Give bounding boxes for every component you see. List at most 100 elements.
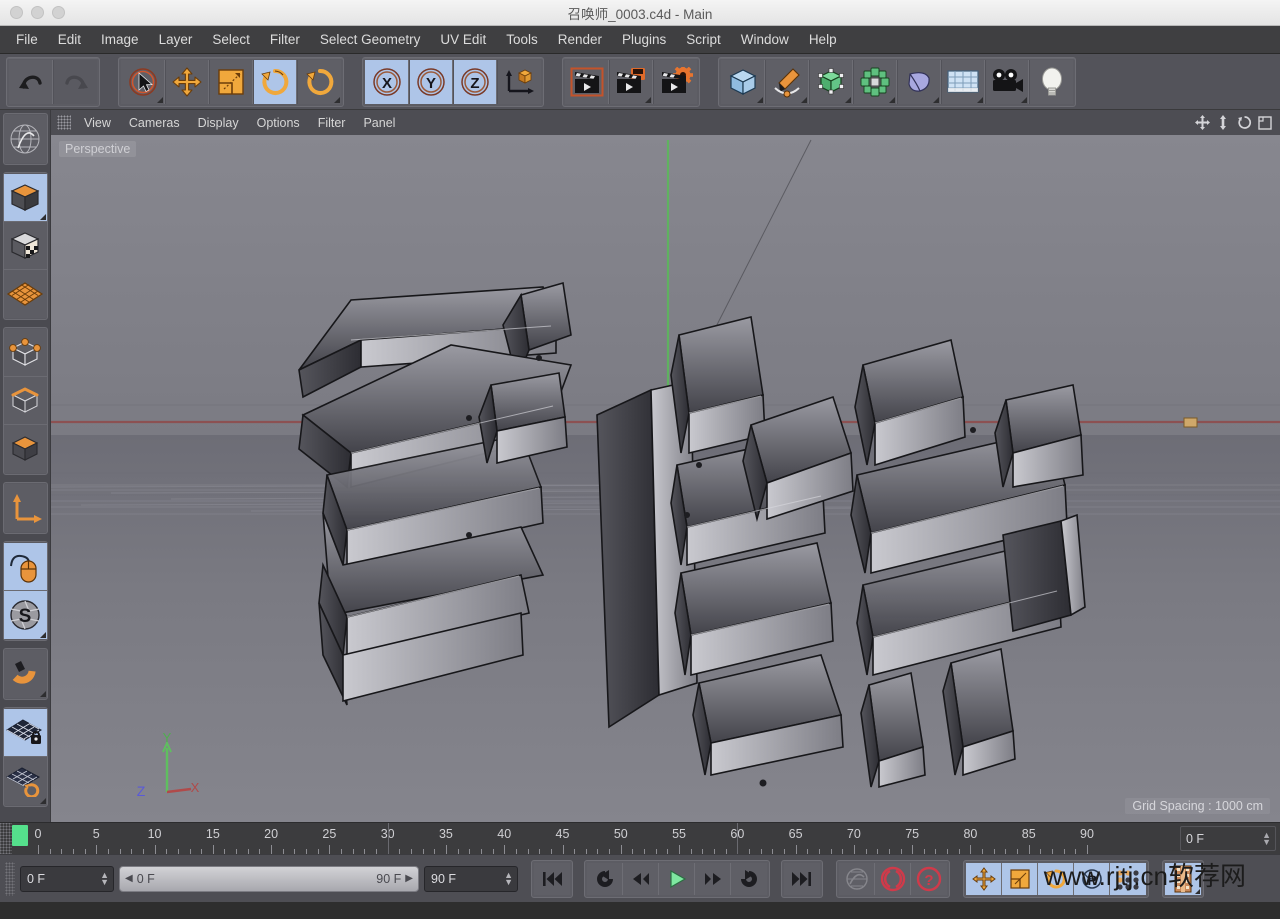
menu-edit[interactable]: Edit	[48, 28, 91, 51]
step-back-button[interactable]	[623, 863, 659, 895]
next-key-button[interactable]	[731, 863, 767, 895]
timeline-grip-handle[interactable]	[0, 823, 12, 854]
camera-menu-corner[interactable]	[1021, 97, 1027, 103]
render-picture-viewer-button[interactable]	[609, 60, 653, 104]
perspective-viewport[interactable]: Perspective Grid Spacing : 1000 cm Y X Z	[51, 135, 1280, 822]
array-button[interactable]	[853, 60, 897, 104]
axis-y-button[interactable]: Y	[409, 60, 453, 104]
bottombar-grip-handle[interactable]	[5, 862, 15, 896]
axis-z-button[interactable]: Z	[453, 60, 497, 104]
max-frame-spinner[interactable]: ▲▼	[504, 872, 513, 886]
array-menu-corner[interactable]	[889, 97, 895, 103]
timeline-film-menu-corner[interactable]	[1195, 889, 1200, 894]
scale-key-button[interactable]	[1002, 863, 1038, 895]
workplane-rotate-menu-corner[interactable]	[40, 798, 46, 804]
menu-help[interactable]: Help	[799, 28, 847, 51]
range-right-arrow-icon[interactable]: ▶	[405, 873, 413, 884]
axis-x-button[interactable]: X	[365, 60, 409, 104]
point-mode-button[interactable]	[4, 329, 47, 377]
soft-selection-menu-corner[interactable]	[40, 632, 46, 638]
rotate-tool-button[interactable]	[253, 60, 297, 104]
viewport-menu-options[interactable]: Options	[248, 113, 309, 133]
model-mode-menu-corner[interactable]	[40, 214, 46, 220]
spline-pen-button[interactable]	[765, 60, 809, 104]
move-tool-button[interactable]	[165, 60, 209, 104]
menu-layer[interactable]: Layer	[149, 28, 203, 51]
texture-mode-button[interactable]	[4, 222, 47, 270]
snap-button[interactable]	[4, 650, 47, 698]
timeline-scale[interactable]: 051015202530354045505560657075808590	[12, 823, 1180, 854]
edge-mode-button[interactable]	[4, 377, 47, 425]
make-editable-button[interactable]	[4, 115, 47, 163]
go-to-end-button[interactable]	[784, 863, 820, 895]
preview-range-bar[interactable]: ◀ 0 F 90 F ▶	[119, 866, 419, 892]
menu-plugins[interactable]: Plugins	[612, 28, 676, 51]
current-frame-spinner[interactable]: ▲▼	[100, 872, 109, 886]
bend-deformer-button[interactable]	[897, 60, 941, 104]
max-frame-field[interactable]: 90 F ▲▼	[424, 866, 518, 892]
record-active-objects-button[interactable]	[875, 863, 911, 895]
menu-uv-edit[interactable]: UV Edit	[430, 28, 496, 51]
live-selection-menu-corner[interactable]	[157, 97, 163, 103]
step-forward-button[interactable]	[695, 863, 731, 895]
keyframe-selection-button[interactable]: ?	[911, 863, 947, 895]
uv-polygon-mode-button[interactable]	[4, 270, 47, 318]
render-view-button[interactable]	[565, 60, 609, 104]
move-view-icon[interactable]	[1193, 114, 1211, 132]
light-button[interactable]	[1029, 60, 1073, 104]
viewport-grip-handle[interactable]	[57, 115, 71, 130]
coordinate-system-button[interactable]	[497, 60, 541, 104]
viewport-menu-display[interactable]: Display	[189, 113, 248, 133]
menu-image[interactable]: Image	[91, 28, 149, 51]
hypernurbs-menu-corner[interactable]	[845, 97, 851, 103]
polygon-mode-button[interactable]	[4, 425, 47, 473]
menu-file[interactable]: File	[6, 28, 48, 51]
axis-modification-button[interactable]	[4, 484, 47, 532]
parameter-key-button[interactable]: P	[1074, 863, 1110, 895]
spline-pen-menu-corner[interactable]	[801, 97, 807, 103]
timeline-frame-spinner[interactable]: ▲▼	[1262, 832, 1271, 846]
current-frame-field[interactable]: 0 F ▲▼	[20, 866, 114, 892]
hypernurbs-button[interactable]	[809, 60, 853, 104]
undo-button[interactable]	[9, 60, 53, 104]
rotation-key-button[interactable]	[1038, 863, 1074, 895]
menu-select[interactable]: Select	[202, 28, 260, 51]
render-settings-button[interactable]	[653, 60, 697, 104]
workplane-rotate-button[interactable]	[4, 757, 47, 805]
cube-primitive-button[interactable]	[721, 60, 765, 104]
render-picture-viewer-menu-corner[interactable]	[645, 97, 651, 103]
rotate-band-button[interactable]	[297, 60, 341, 104]
autokeying-button[interactable]	[839, 863, 875, 895]
snap-menu-corner[interactable]	[40, 691, 46, 697]
maximize-view-icon[interactable]	[1256, 114, 1274, 132]
rotate-view-icon[interactable]	[1235, 114, 1253, 132]
timeline-frame-field[interactable]: 0 F ▲▼	[1180, 826, 1276, 851]
menu-render[interactable]: Render	[548, 28, 612, 51]
pla-key-button[interactable]	[1110, 863, 1146, 895]
position-key-button[interactable]	[966, 863, 1002, 895]
timeline-ruler[interactable]: 051015202530354045505560657075808590 0 F…	[0, 822, 1280, 854]
viewport-menu-panel[interactable]: Panel	[354, 113, 404, 133]
soft-selection-button[interactable]: S	[4, 591, 47, 639]
range-left-arrow-icon[interactable]: ◀	[125, 873, 133, 884]
redo-button[interactable]	[53, 60, 97, 104]
go-to-start-button[interactable]	[534, 863, 570, 895]
workplane-lock-button[interactable]	[4, 709, 47, 757]
live-selection-button[interactable]	[121, 60, 165, 104]
previous-key-button[interactable]	[587, 863, 623, 895]
viewport-menu-view[interactable]: View	[75, 113, 120, 133]
current-time-marker[interactable]	[12, 825, 28, 846]
viewport-solo-button[interactable]	[4, 543, 47, 591]
rotate-band-menu-corner[interactable]	[334, 97, 340, 103]
menu-window[interactable]: Window	[731, 28, 799, 51]
scale-tool-button[interactable]	[209, 60, 253, 104]
menu-script[interactable]: Script	[676, 28, 731, 51]
menu-filter[interactable]: Filter	[260, 28, 310, 51]
pan-view-icon[interactable]	[1214, 114, 1232, 132]
floor-scene-button[interactable]	[941, 60, 985, 104]
menu-tools[interactable]: Tools	[496, 28, 548, 51]
menu-select-geometry[interactable]: Select Geometry	[310, 28, 431, 51]
camera-button[interactable]	[985, 60, 1029, 104]
timeline-film-button[interactable]	[1165, 863, 1201, 895]
bend-deformer-menu-corner[interactable]	[933, 97, 939, 103]
